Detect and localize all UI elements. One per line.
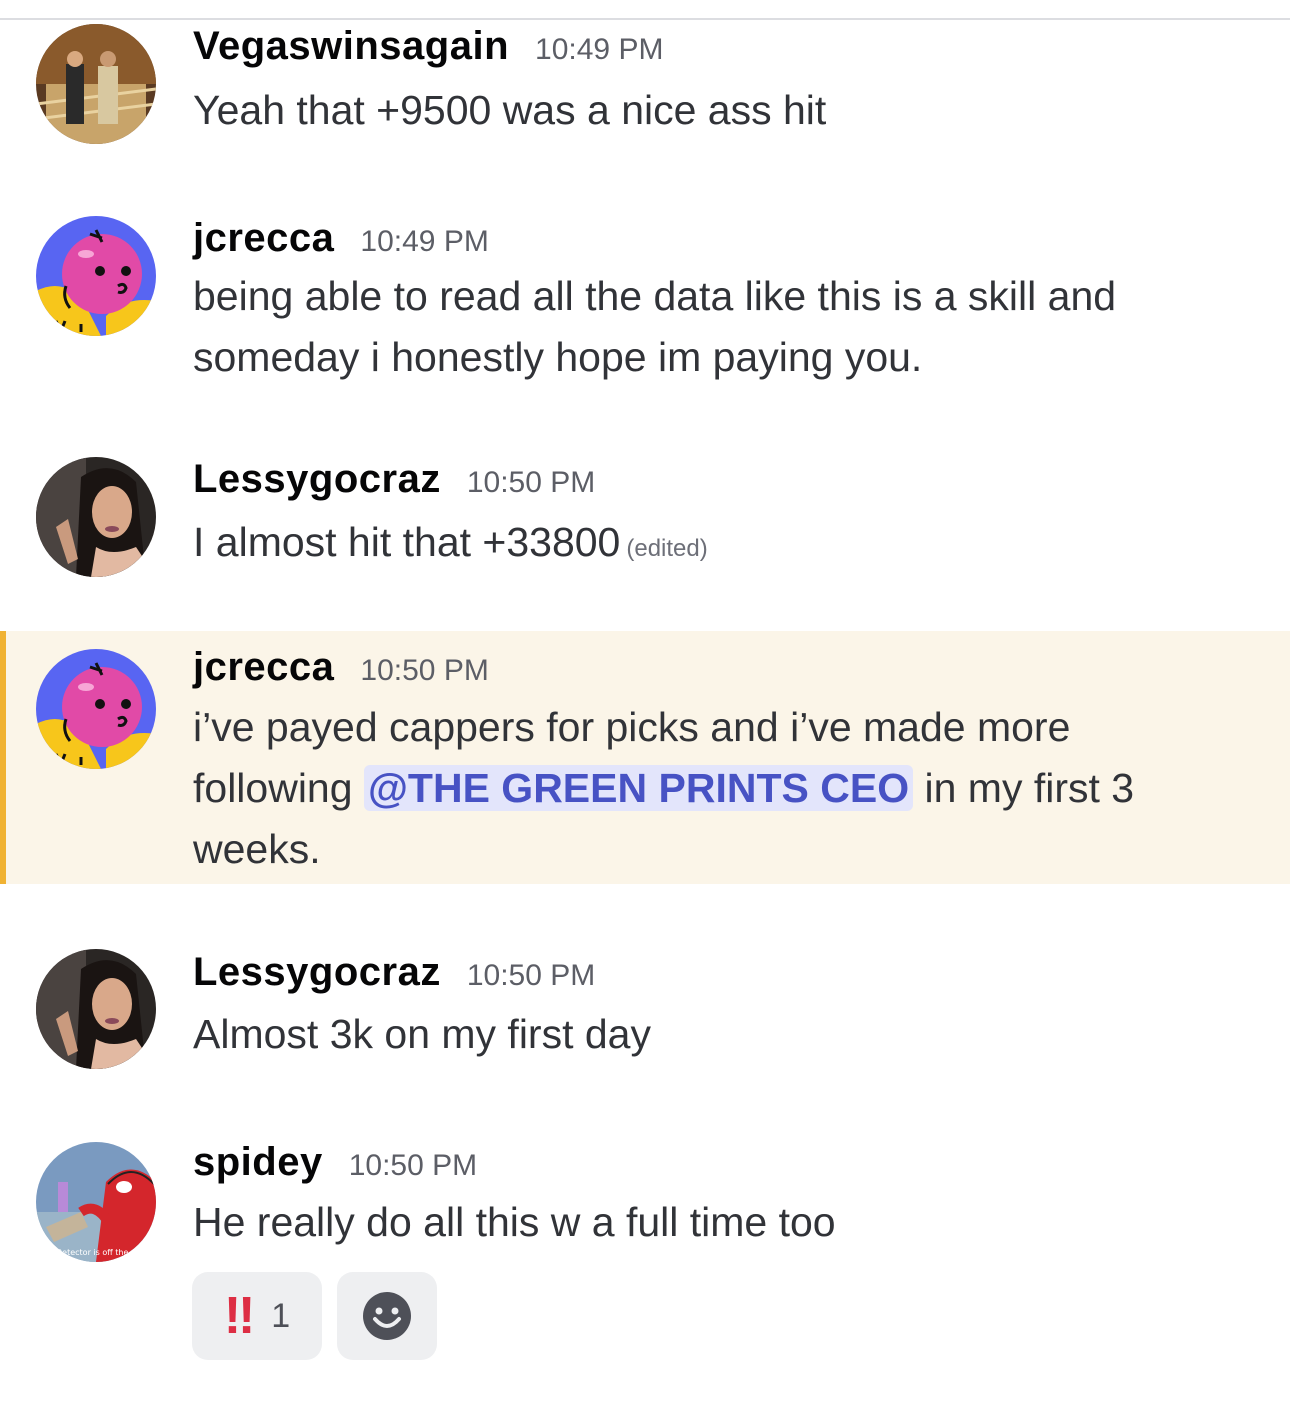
message-text: being able to read all the data like thi… (193, 266, 1253, 388)
username[interactable]: jcrecca (193, 645, 334, 690)
timestamp: 10:49 PM (360, 225, 489, 258)
user-mention[interactable]: @THE GREEN PRINTS CEO (363, 765, 914, 811)
message-text: I almost hit that +33800 (edited) (193, 512, 1253, 579)
message: Lessygocraz 10:50 PM I almost hit that +… (0, 440, 1290, 600)
reaction-count: 1 (271, 1296, 291, 1335)
username[interactable]: Lessygocraz (193, 457, 441, 502)
smiley-icon (363, 1292, 411, 1340)
message: Vegaswinsagain 10:49 PM Yeah that +9500 … (0, 0, 1290, 180)
username[interactable]: jcrecca (193, 216, 334, 261)
message-text: Yeah that +9500 was a nice ass hit (193, 87, 827, 133)
text-fragment: following (193, 765, 364, 811)
avatar[interactable] (36, 949, 156, 1069)
add-reaction-button[interactable] (337, 1272, 437, 1360)
timestamp: 10:49 PM (535, 33, 664, 66)
timestamp: 10:50 PM (348, 1149, 478, 1182)
text-line: i’ve payed cappers for picks and i’ve ma… (193, 704, 1071, 750)
username[interactable]: Vegaswinsagain (193, 24, 509, 69)
message: jcrecca 10:49 PM being able to read all … (0, 200, 1290, 400)
reaction-button[interactable]: ‼ 1 (192, 1272, 322, 1360)
message: Detector is off the spidey 10:50 PM He r… (0, 1120, 1290, 1262)
message-text: Almost 3k on my first day (193, 1011, 651, 1057)
avatar[interactable] (36, 24, 156, 144)
message: Lessygocraz 10:50 PM Almost 3k on my fir… (0, 930, 1290, 1090)
edited-label: (edited) (626, 535, 708, 562)
text-line: following @THE GREEN PRINTS CEO in my fi… (193, 758, 1253, 819)
timestamp: 10:50 PM (466, 466, 596, 499)
timestamp: 10:50 PM (360, 654, 489, 687)
avatar[interactable] (36, 216, 156, 336)
text-line: being able to read all the data like thi… (193, 273, 1117, 319)
username[interactable]: spidey (193, 1140, 323, 1185)
message-text: i’ve payed cappers for picks and i’ve ma… (193, 697, 1253, 880)
avatar[interactable] (36, 649, 156, 769)
message-highlighted: jcrecca 10:50 PM i’ve payed cappers for … (0, 631, 1290, 884)
avatar-caption: Detector is off the (56, 1248, 128, 1257)
message-text: He really do all this w a full time too (193, 1199, 836, 1245)
text-line: someday i honestly hope im paying you. (193, 334, 923, 380)
text-line: weeks. (193, 826, 321, 872)
text-fragment: in my first 3 (913, 765, 1135, 811)
text-body: I almost hit that +33800 (193, 519, 621, 565)
avatar[interactable]: Detector is off the (36, 1142, 156, 1262)
timestamp: 10:50 PM (466, 959, 596, 992)
username[interactable]: Lessygocraz (193, 950, 441, 995)
double-exclamation-icon: ‼ (223, 1287, 255, 1345)
avatar[interactable] (36, 457, 156, 577)
